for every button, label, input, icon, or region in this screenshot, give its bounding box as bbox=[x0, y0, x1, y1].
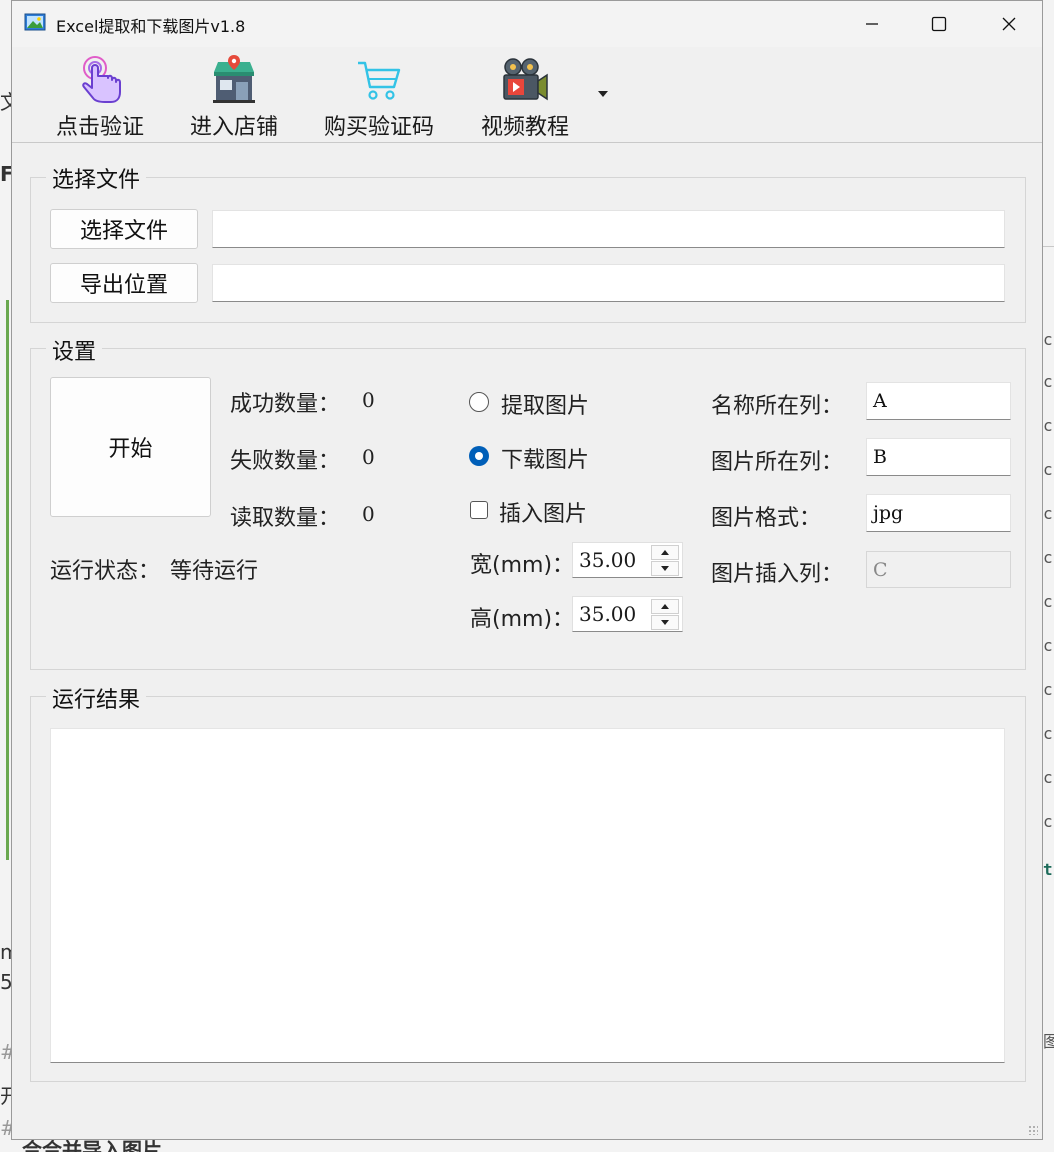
height-value[interactable]: 35.00 bbox=[579, 602, 636, 626]
settings-group-title: 设置 bbox=[46, 334, 103, 366]
export-path-input[interactable] bbox=[212, 264, 1005, 302]
extract-images-label[interactable]: 提取图片 bbox=[501, 388, 589, 420]
height-decrement-button[interactable] bbox=[651, 615, 679, 630]
insert-column-label: 图片插入列： bbox=[711, 562, 844, 587]
background-text: c. bbox=[1043, 812, 1054, 831]
arrow-up-icon bbox=[661, 604, 669, 609]
background-text: 图 bbox=[1043, 1032, 1054, 1051]
height-increment-button[interactable] bbox=[651, 599, 679, 614]
results-group-title: 运行结果 bbox=[46, 682, 147, 714]
start-button[interactable]: 开始 bbox=[50, 377, 211, 517]
extract-images-radio[interactable] bbox=[469, 392, 489, 412]
background-green-bar bbox=[6, 300, 9, 860]
toolbar-label: 购买验证码 bbox=[323, 115, 434, 140]
download-images-radio[interactable] bbox=[469, 446, 489, 466]
read-count-value: 0 bbox=[362, 502, 375, 526]
download-images-label[interactable]: 下载图片 bbox=[501, 442, 589, 474]
run-status-label: 运行状态： bbox=[50, 559, 161, 584]
success-count-label: 成功数量： bbox=[230, 392, 341, 417]
pointer-hand-icon bbox=[82, 56, 121, 103]
background-text: c. bbox=[1043, 416, 1054, 435]
width-decrement-button[interactable] bbox=[651, 561, 679, 576]
toolbar-label: 点击验证 bbox=[55, 115, 144, 140]
name-column-label: 名称所在列： bbox=[711, 394, 844, 419]
toolbar-label: 视频教程 bbox=[480, 115, 569, 140]
background-app-right: c. c. c. c. c. c. c. c. c. c. c. c. t' 图 bbox=[1043, 0, 1054, 1152]
maximize-icon bbox=[931, 16, 947, 32]
run-status-value: 等待运行 bbox=[170, 559, 259, 584]
picture-app-icon bbox=[24, 13, 46, 31]
background-text: c. bbox=[1043, 460, 1054, 479]
minimize-button[interactable] bbox=[837, 1, 907, 47]
background-app-bottom: 合合并导入图片 bbox=[0, 1138, 1054, 1152]
image-format-label: 图片格式： bbox=[711, 506, 822, 531]
height-spinbox[interactable]: 35.00 bbox=[572, 596, 683, 632]
background-text: c. bbox=[1043, 768, 1054, 787]
name-column-input[interactable]: A bbox=[866, 382, 1011, 420]
image-column-input[interactable]: B bbox=[866, 438, 1011, 476]
toolbar-divider bbox=[12, 142, 1042, 143]
image-format-input[interactable]: jpg bbox=[866, 494, 1011, 532]
window-title: Excel提取和下载图片v1.8 bbox=[56, 17, 246, 36]
height-label: 高(mm)： bbox=[470, 607, 575, 632]
maximize-button[interactable] bbox=[904, 1, 974, 47]
success-count-value: 0 bbox=[362, 388, 375, 412]
dropdown-arrow-icon[interactable] bbox=[598, 91, 608, 97]
image-column-label: 图片所在列： bbox=[711, 450, 844, 475]
width-value[interactable]: 35.00 bbox=[579, 548, 636, 572]
insert-column-input: C bbox=[866, 551, 1011, 588]
arrow-down-icon bbox=[661, 620, 669, 625]
close-button[interactable] bbox=[974, 1, 1044, 47]
toolbar-verify-button[interactable]: 点击验证 bbox=[52, 53, 148, 141]
fail-count-label: 失败数量： bbox=[230, 449, 341, 474]
select-file-button[interactable]: 选择文件 bbox=[50, 209, 198, 249]
arrow-down-icon bbox=[661, 566, 669, 571]
background-text: t' bbox=[1043, 860, 1054, 879]
toolbar-video-button[interactable]: 视频教程 bbox=[475, 53, 575, 141]
insert-images-checkbox[interactable] bbox=[470, 501, 488, 519]
background-text: c. bbox=[1043, 548, 1054, 567]
background-text: c. bbox=[1043, 372, 1054, 391]
shopping-cart-icon bbox=[358, 61, 401, 100]
background-text: c. bbox=[1043, 330, 1054, 349]
shop-icon bbox=[213, 55, 255, 103]
background-text: c. bbox=[1043, 592, 1054, 611]
background-text: c. bbox=[1043, 724, 1054, 743]
background-text: c. bbox=[1043, 504, 1054, 523]
toolbar-buy-code-button[interactable]: 购买验证码 bbox=[317, 53, 441, 141]
close-icon bbox=[1002, 17, 1016, 31]
arrow-up-icon bbox=[661, 550, 669, 555]
background-text: c. bbox=[1043, 680, 1054, 699]
minimize-icon bbox=[866, 23, 878, 25]
export-location-button[interactable]: 导出位置 bbox=[50, 263, 198, 303]
toolbar-label: 进入店铺 bbox=[189, 115, 278, 140]
background-text: c. bbox=[1043, 636, 1054, 655]
read-count-label: 读取数量： bbox=[230, 506, 341, 531]
resize-grip-icon[interactable] bbox=[1028, 1125, 1038, 1135]
title-bar[interactable]: Excel提取和下载图片v1.8 bbox=[12, 1, 1042, 47]
background-app-left: 文 F m 5 # 开 # bbox=[0, 0, 20, 1152]
app-window: Excel提取和下载图片v1.8 点击验证 进入店铺 购买验证码 视频教程 选择… bbox=[11, 0, 1043, 1140]
toolbar-shop-button[interactable]: 进入店铺 bbox=[184, 53, 284, 141]
results-textarea[interactable] bbox=[50, 728, 1005, 1063]
insert-images-label[interactable]: 插入图片 bbox=[499, 496, 587, 528]
file-path-input[interactable] bbox=[212, 210, 1005, 248]
width-increment-button[interactable] bbox=[651, 545, 679, 560]
file-group-title: 选择文件 bbox=[46, 162, 147, 194]
fail-count-value: 0 bbox=[362, 445, 375, 469]
width-spinbox[interactable]: 35.00 bbox=[572, 542, 683, 578]
width-label: 宽(mm)： bbox=[470, 553, 575, 578]
video-camera-icon bbox=[503, 58, 548, 101]
toolbar: 点击验证 进入店铺 购买验证码 视频教程 bbox=[12, 47, 1042, 143]
